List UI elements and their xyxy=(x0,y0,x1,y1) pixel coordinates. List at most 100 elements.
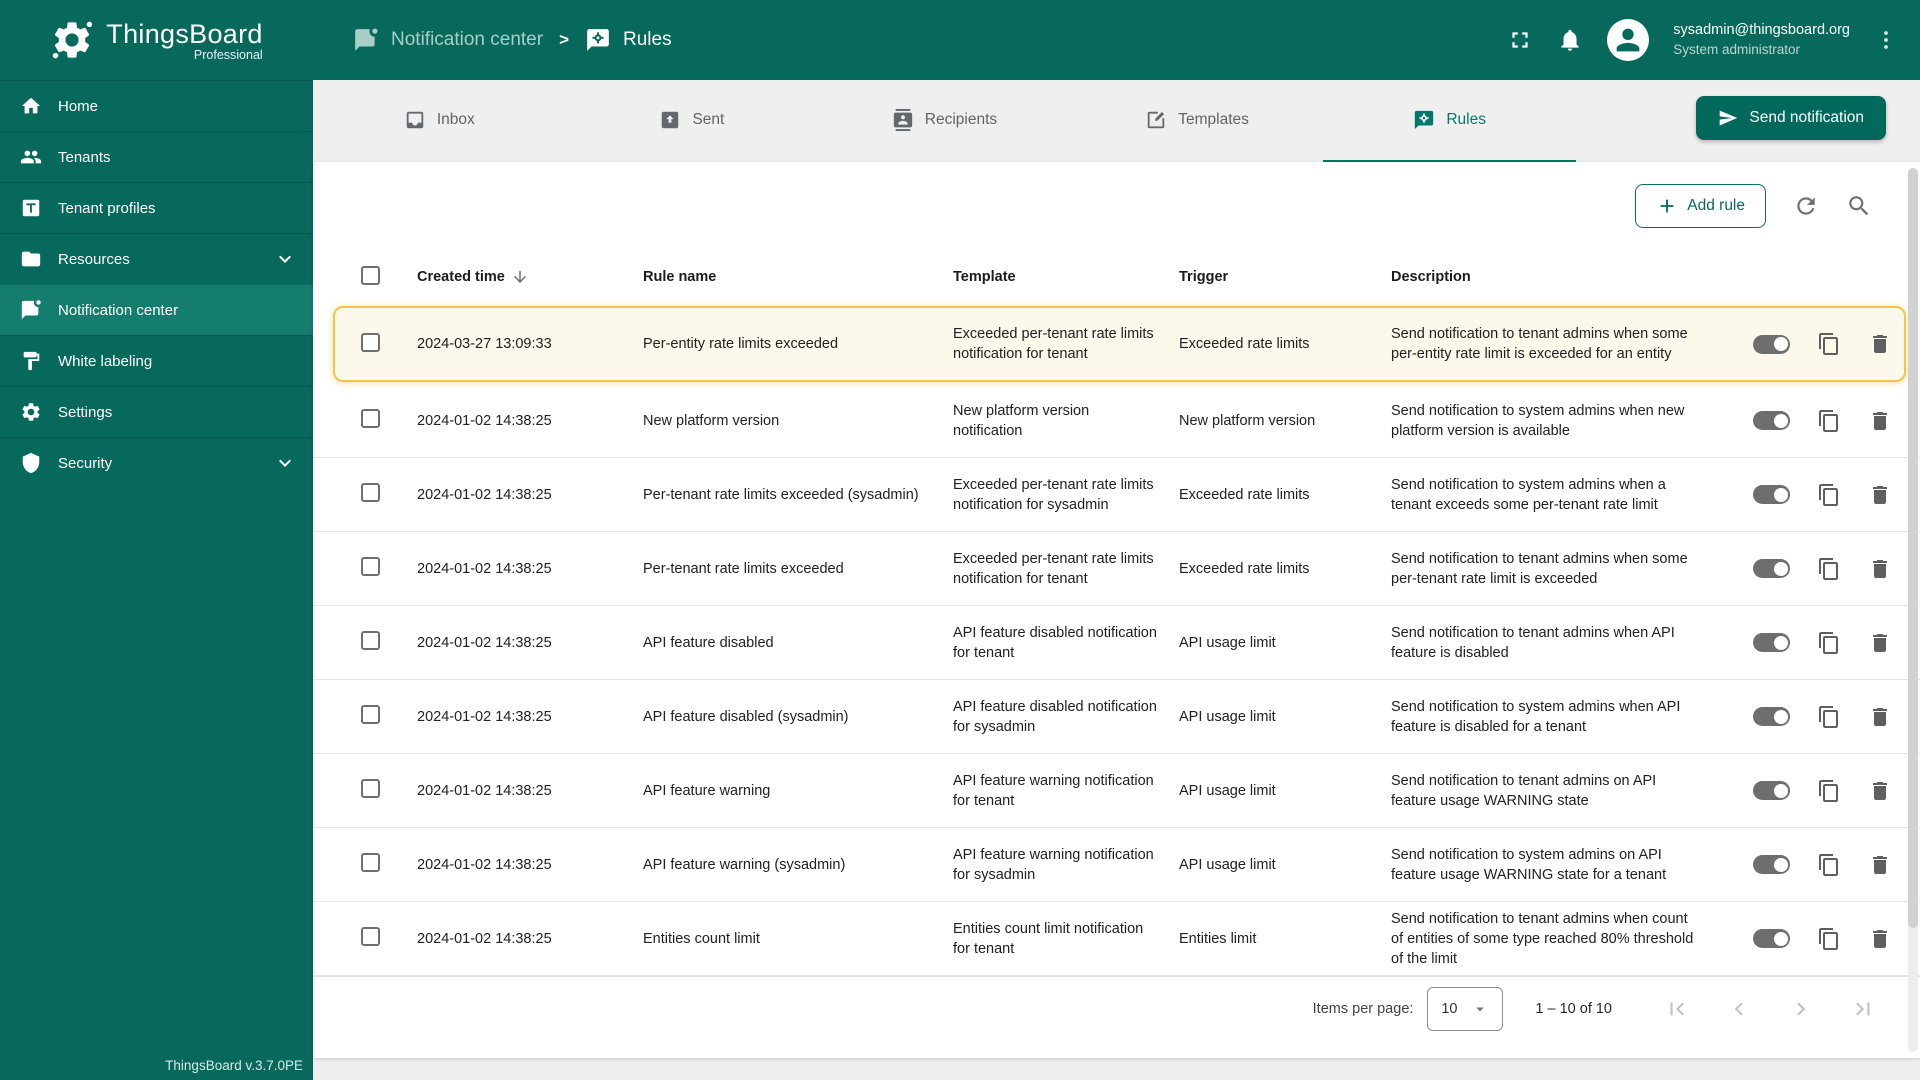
table-row[interactable]: 2024-01-02 14:38:25 API feature disabled… xyxy=(313,606,1920,680)
enabled-toggle[interactable] xyxy=(1753,485,1790,504)
enabled-toggle[interactable] xyxy=(1753,559,1790,578)
tab-sent[interactable]: Sent xyxy=(566,80,819,162)
sidebar-item-settings[interactable]: Settings xyxy=(0,386,313,437)
fullscreen-icon[interactable] xyxy=(1507,27,1533,53)
add-rule-button[interactable]: Add rule xyxy=(1635,184,1766,228)
sidebar-item-security[interactable]: Security xyxy=(0,437,313,488)
tabs: Inbox Sent Recipients Templates Rules xyxy=(313,80,1576,162)
sidebar-item-tenant-profiles[interactable]: Tenant profiles xyxy=(0,182,313,233)
table-row[interactable]: 2024-01-02 14:38:25 API feature disabled… xyxy=(313,680,1920,754)
delete-icon[interactable] xyxy=(1868,779,1892,803)
table-row[interactable]: 2024-01-02 14:38:25 API feature warning … xyxy=(313,754,1920,828)
cell-created-time: 2024-01-02 14:38:25 xyxy=(417,930,552,947)
enabled-toggle[interactable] xyxy=(1753,411,1790,430)
search-icon[interactable] xyxy=(1846,193,1872,219)
row-checkbox[interactable] xyxy=(361,927,380,946)
select-all-checkbox[interactable] xyxy=(361,265,380,285)
dropdown-caret-icon xyxy=(1471,1000,1489,1018)
logo[interactable]: ThingsBoard Professional xyxy=(0,0,313,80)
copy-icon[interactable] xyxy=(1817,853,1841,877)
delete-icon[interactable] xyxy=(1868,631,1892,655)
delete-icon[interactable] xyxy=(1868,409,1892,433)
delete-icon[interactable] xyxy=(1868,705,1892,729)
delete-icon[interactable] xyxy=(1868,557,1892,581)
column-description[interactable]: Description xyxy=(1391,269,1713,285)
column-template[interactable]: Template xyxy=(953,269,1179,285)
next-page-icon[interactable] xyxy=(1788,996,1814,1022)
cell-description: Send notification to tenant admins when … xyxy=(1391,624,1675,661)
table-row[interactable]: 2024-01-02 14:38:25 Per-tenant rate limi… xyxy=(313,532,1920,606)
tab-inbox[interactable]: Inbox xyxy=(313,80,566,162)
tab-rules[interactable]: Rules xyxy=(1323,80,1576,162)
row-checkbox[interactable] xyxy=(361,409,380,428)
delete-icon[interactable] xyxy=(1868,483,1892,507)
delete-icon[interactable] xyxy=(1868,332,1892,356)
tab-templates[interactable]: Templates xyxy=(1071,80,1324,162)
last-page-icon[interactable] xyxy=(1850,996,1876,1022)
sort-desc-icon xyxy=(511,268,529,286)
enabled-toggle[interactable] xyxy=(1753,781,1790,800)
delete-icon[interactable] xyxy=(1868,853,1892,877)
tab-label: Sent xyxy=(692,111,725,128)
enabled-toggle[interactable] xyxy=(1753,929,1790,948)
copy-icon[interactable] xyxy=(1817,409,1841,433)
copy-icon[interactable] xyxy=(1817,779,1841,803)
cell-created-time: 2024-01-02 14:38:25 xyxy=(417,412,552,429)
table-row[interactable]: 2024-01-02 14:38:25 Per-tenant rate limi… xyxy=(313,458,1920,532)
row-checkbox[interactable] xyxy=(361,853,380,872)
breadcrumb-item-rules[interactable]: Rules xyxy=(585,27,672,53)
enabled-toggle[interactable] xyxy=(1753,334,1790,354)
copy-icon[interactable] xyxy=(1817,483,1841,507)
user-email: sysadmin@thingsboard.org xyxy=(1673,22,1850,39)
notifications-bell-icon[interactable] xyxy=(1557,27,1583,53)
row-checkbox[interactable] xyxy=(361,483,380,502)
rules-icon xyxy=(1413,109,1435,131)
refresh-icon[interactable] xyxy=(1793,193,1819,219)
delete-icon[interactable] xyxy=(1868,927,1892,951)
copy-icon[interactable] xyxy=(1817,705,1841,729)
copy-icon[interactable] xyxy=(1817,557,1841,581)
cell-trigger: API usage limit xyxy=(1179,708,1276,725)
sidebar-item-tenants[interactable]: Tenants xyxy=(0,131,313,182)
enabled-toggle[interactable] xyxy=(1753,707,1790,726)
user-info[interactable]: sysadmin@thingsboard.org System administ… xyxy=(1673,21,1850,59)
copy-icon[interactable] xyxy=(1817,927,1841,951)
enabled-toggle[interactable] xyxy=(1753,855,1790,874)
table-row[interactable]: 2024-01-02 14:38:25 API feature warning … xyxy=(313,828,1920,902)
cell-template: API feature disabled notification for sy… xyxy=(953,698,1157,735)
avatar[interactable] xyxy=(1607,19,1650,61)
row-checkbox[interactable] xyxy=(361,779,380,798)
previous-page-icon[interactable] xyxy=(1726,996,1752,1022)
cell-rule-name: API feature disabled xyxy=(643,634,774,651)
column-rule-name[interactable]: Rule name xyxy=(643,269,953,285)
copy-icon[interactable] xyxy=(1817,631,1841,655)
column-trigger[interactable]: Trigger xyxy=(1179,269,1391,285)
sidebar-item-white-labeling[interactable]: White labeling xyxy=(0,335,313,386)
recipients-icon xyxy=(892,109,914,131)
copy-icon[interactable] xyxy=(1817,332,1841,356)
notification-icon xyxy=(353,27,379,53)
items-per-page-select[interactable]: 10 xyxy=(1427,986,1504,1031)
sidebar-item-notification-center[interactable]: Notification center xyxy=(0,284,313,335)
sidebar-item-resources[interactable]: Resources xyxy=(0,233,313,284)
scrollbar[interactable] xyxy=(1908,168,1918,1052)
table-row[interactable]: 2024-01-02 14:38:25 Entities count limit… xyxy=(313,902,1920,976)
sidebar-item-home[interactable]: Home xyxy=(0,80,313,131)
cell-trigger: API usage limit xyxy=(1179,634,1276,651)
row-checkbox[interactable] xyxy=(361,705,380,724)
table-row[interactable]: 2024-01-02 14:38:25 New platform version… xyxy=(313,384,1920,458)
send-notification-button[interactable]: Send notification xyxy=(1696,96,1886,140)
table-header-row: Created time Rule name Template Trigger … xyxy=(313,250,1920,304)
row-checkbox[interactable] xyxy=(361,631,380,650)
breadcrumb-item-notification-center[interactable]: Notification center xyxy=(353,27,543,53)
enabled-toggle[interactable] xyxy=(1753,633,1790,652)
table-row[interactable]: 2024-03-27 13:09:33 Per-entity rate limi… xyxy=(313,304,1920,384)
chevron-down-icon xyxy=(273,247,297,271)
first-page-icon[interactable] xyxy=(1664,996,1690,1022)
column-created-time[interactable]: Created time xyxy=(417,268,643,286)
tab-recipients[interactable]: Recipients xyxy=(818,80,1071,162)
row-checkbox[interactable] xyxy=(361,557,380,576)
row-checkbox[interactable] xyxy=(361,332,380,352)
scrollbar-thumb[interactable] xyxy=(1908,168,1918,929)
kebab-menu-icon[interactable] xyxy=(1874,28,1898,52)
